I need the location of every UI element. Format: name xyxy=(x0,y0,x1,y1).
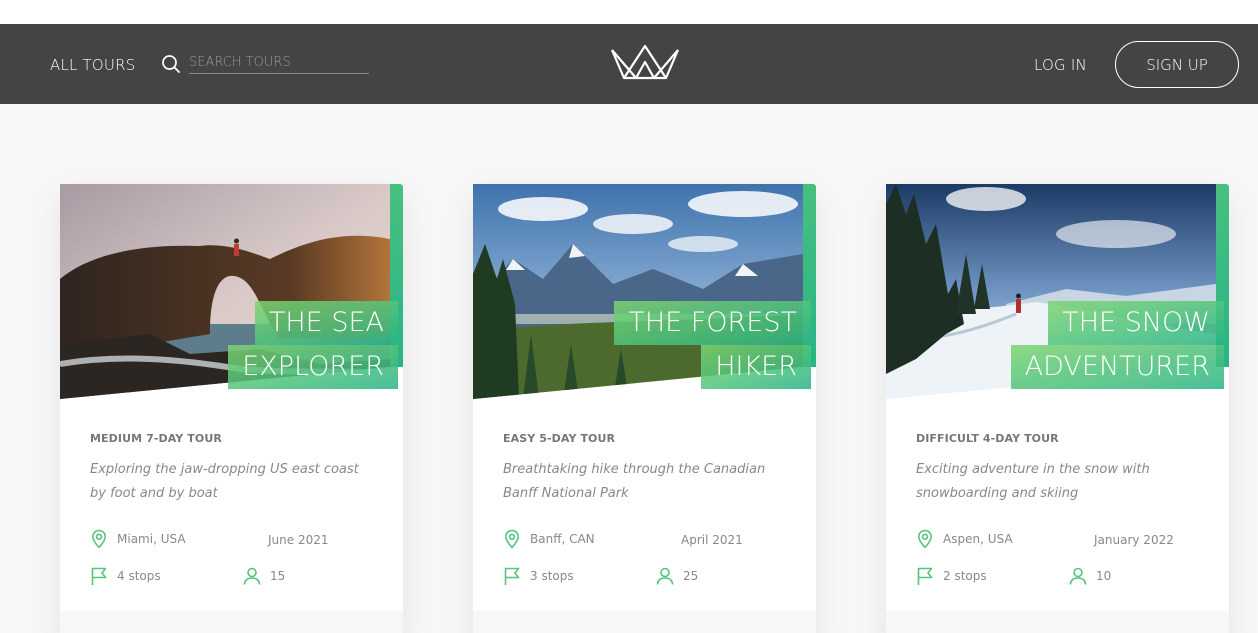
tour-date: January 2022 xyxy=(1094,533,1174,547)
tour-title-line1: THE SNOW xyxy=(1048,301,1224,345)
location-text: Banff, CAN xyxy=(530,532,595,546)
stops-text: 4 stops xyxy=(117,569,161,583)
location-text: Miami, USA xyxy=(117,532,186,546)
tour-people: 25 xyxy=(655,566,698,586)
people-text: 25 xyxy=(683,569,699,583)
tour-difficulty: MEDIUM 7-DAY TOUR xyxy=(90,432,222,445)
tour-difficulty: EASY 5-DAY TOUR xyxy=(503,432,616,445)
flag-icon xyxy=(917,567,933,585)
date-text: January 2022 xyxy=(1094,533,1174,547)
map-pin-icon xyxy=(917,529,933,549)
tour-title-line1: THE SEA xyxy=(254,301,398,345)
map-pin-icon xyxy=(504,529,520,549)
flag-icon xyxy=(91,567,107,585)
tour-card[interactable]: THE SNOW ADVENTURER DIFFICULT 4-DAY TOUR… xyxy=(886,184,1229,633)
tour-location: Banff, CAN xyxy=(502,529,595,549)
signup-button[interactable]: SIGN UP xyxy=(1115,41,1239,88)
user-icon xyxy=(1069,567,1087,585)
card-header: THE SNOW ADVENTURER xyxy=(886,184,1229,399)
login-link[interactable]: LOG IN xyxy=(1034,56,1087,74)
map-pin-icon xyxy=(91,529,107,549)
tour-people: 15 xyxy=(242,566,285,586)
tour-title-line1: THE FOREST xyxy=(614,301,811,345)
tour-date: April 2021 xyxy=(681,533,743,547)
site-header: ALL TOURS LOG IN SIGN UP xyxy=(0,24,1258,104)
tour-summary: Breathtaking hike through the Canadian B… xyxy=(503,462,766,501)
all-tours-link[interactable]: ALL TOURS xyxy=(50,56,135,74)
user-icon xyxy=(656,567,674,585)
search-icon[interactable] xyxy=(161,54,181,74)
tour-location: Miami, USA xyxy=(89,529,186,549)
people-text: 15 xyxy=(270,569,286,583)
tour-date: June 2021 xyxy=(268,533,329,547)
stops-text: 3 stops xyxy=(530,569,574,583)
tour-summary: Exploring the jaw-dropping US east coast… xyxy=(90,462,359,501)
crown-logo-icon[interactable] xyxy=(610,44,680,82)
user-icon xyxy=(243,567,261,585)
flag-icon xyxy=(504,567,520,585)
tour-stops: 3 stops xyxy=(502,566,574,586)
top-strip xyxy=(0,0,1258,24)
tour-location: Aspen, USA xyxy=(915,529,1013,549)
card-header: THE FOREST HIKER xyxy=(473,184,816,399)
search-input[interactable] xyxy=(189,52,369,74)
tour-title-line2: ADVENTURER xyxy=(1010,345,1224,389)
tour-card[interactable]: THE SEA EXPLORER MEDIUM 7-DAY TOUR Explo… xyxy=(60,184,403,633)
tour-people: 10 xyxy=(1068,566,1111,586)
tour-summary: Exciting adventure in the snow with snow… xyxy=(916,462,1150,501)
people-text: 10 xyxy=(1096,569,1112,583)
tour-stops: 4 stops xyxy=(89,566,161,586)
card-footer xyxy=(60,611,403,633)
date-text: April 2021 xyxy=(681,533,743,547)
tour-difficulty: DIFFICULT 4-DAY TOUR xyxy=(916,432,1059,445)
tour-card[interactable]: THE FOREST HIKER EASY 5-DAY TOUR Breatht… xyxy=(473,184,816,633)
date-text: June 2021 xyxy=(268,533,329,547)
card-header: THE SEA EXPLORER xyxy=(60,184,403,399)
tour-title-line2: EXPLORER xyxy=(228,345,398,389)
tour-title-line2: HIKER xyxy=(701,345,811,389)
card-footer xyxy=(473,611,816,633)
location-text: Aspen, USA xyxy=(943,532,1013,546)
stops-text: 2 stops xyxy=(943,569,987,583)
tour-stops: 2 stops xyxy=(915,566,987,586)
card-footer xyxy=(886,611,1229,633)
